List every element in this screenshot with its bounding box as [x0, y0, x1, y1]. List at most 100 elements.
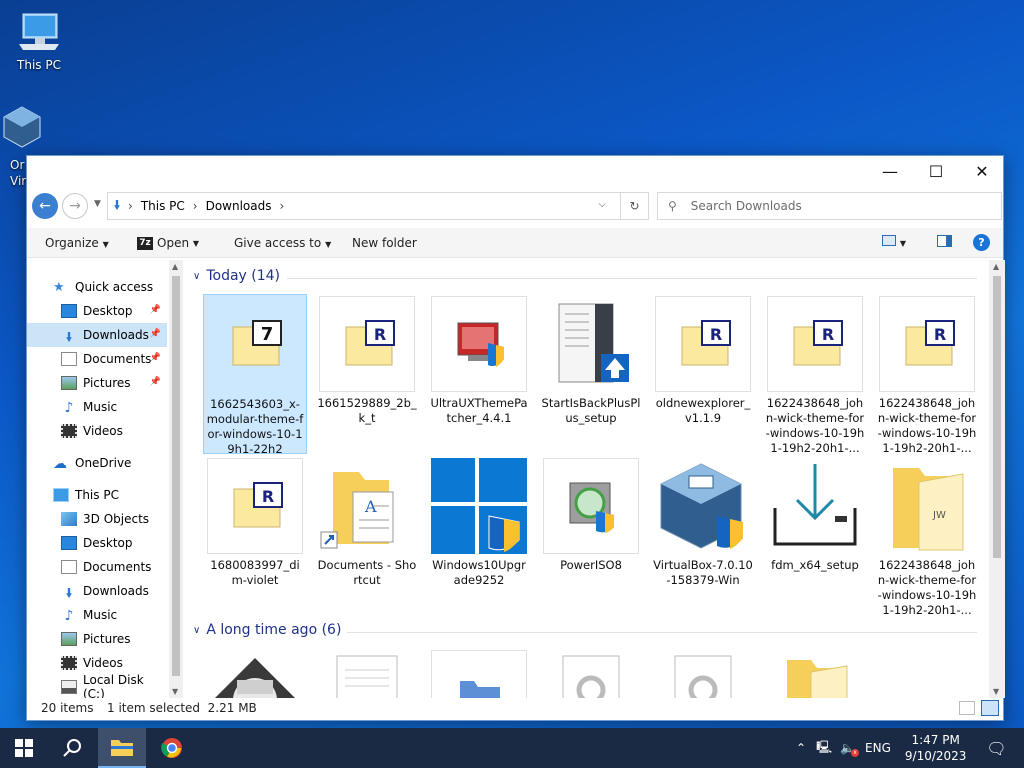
file-name: StartIsBackPlusPlus_setup: [541, 396, 641, 425]
network-icon[interactable]: 🖳: [816, 738, 832, 759]
file-item[interactable]: JW 1622438648_john-wick-theme-for-window…: [875, 456, 979, 618]
nav-item-downloads-pc[interactable]: 🠛 Downloads: [27, 579, 167, 603]
desktop-icon-virtualbox[interactable]: Or Vir: [2, 105, 42, 188]
open-button[interactable]: 7z Open ▼: [137, 236, 199, 250]
nav-item-music[interactable]: ♪ Music: [27, 395, 167, 419]
file-item[interactable]: A Documents - Shortcut: [315, 456, 419, 588]
recent-locations-chevron-icon[interactable]: ▼: [94, 199, 101, 209]
minimize-button[interactable]: —: [867, 156, 913, 187]
back-button[interactable]: ←: [32, 193, 58, 219]
refresh-button[interactable]: ↻: [620, 193, 648, 219]
large-icons-view-button[interactable]: [981, 700, 999, 716]
group-header-today[interactable]: ∨ Today (14): [193, 268, 280, 284]
file-item[interactable]: VirtualBox-7.0.10-158379-Win: [651, 456, 755, 588]
file-item[interactable]: 7 1662543603_x-modular-theme-for-windows…: [203, 294, 307, 456]
file-item[interactable]: PowerISO8: [539, 456, 643, 573]
group-header-long-ago[interactable]: ∨ A long time ago (6): [193, 622, 341, 638]
search-icon: ⚲: [668, 199, 677, 213]
file-item[interactable]: fdm_x64_setup: [763, 456, 867, 573]
file-item[interactable]: R 1661529889_2b_k_t: [315, 294, 419, 426]
nav-item-desktop-pc[interactable]: Desktop: [27, 531, 167, 555]
nav-item-videos-pc[interactable]: Videos: [27, 651, 167, 675]
svg-text:R: R: [934, 325, 946, 344]
content-scrollbar[interactable]: ▲ ▼: [989, 260, 1005, 698]
close-button[interactable]: ✕: [959, 156, 1005, 187]
clock[interactable]: 1:47 PM 9/10/2023: [905, 732, 967, 764]
desktop-icon-this-pc[interactable]: This PC: [4, 10, 74, 72]
nav-item-music-pc[interactable]: ♪ Music: [27, 603, 167, 627]
file-item[interactable]: [203, 648, 307, 698]
nav-item-pictures-pc[interactable]: Pictures: [27, 627, 167, 651]
file-item[interactable]: UltraUXThemePatcher_4.4.1: [427, 294, 531, 426]
chevron-down-icon: ▼: [102, 240, 109, 249]
group-divider: [287, 278, 977, 279]
file-item[interactable]: [651, 648, 755, 698]
nav-item-pictures[interactable]: Pictures 📌: [27, 371, 167, 395]
nav-item-documents-pc[interactable]: Documents: [27, 555, 167, 579]
taskbar-file-explorer[interactable]: [98, 728, 146, 768]
pin-icon: 📌: [149, 305, 161, 315]
nav-item-label: Downloads: [83, 328, 149, 342]
nav-item-documents[interactable]: Documents 📌: [27, 347, 167, 371]
nav-item-label: Videos: [83, 424, 123, 438]
nav-item-label: Downloads: [83, 584, 149, 598]
scroll-up-icon[interactable]: ▲: [172, 262, 178, 271]
file-name: VirtualBox-7.0.10-158379-Win: [653, 558, 753, 587]
search-box[interactable]: ⚲ Search Downloads: [657, 192, 1002, 220]
file-item[interactable]: [315, 648, 419, 698]
view-options-button[interactable]: ▼: [882, 235, 906, 249]
start-button[interactable]: [0, 728, 48, 768]
organize-button[interactable]: Organize ▼: [45, 236, 109, 250]
language-indicator[interactable]: ENG: [865, 741, 891, 755]
address-dropdown-icon[interactable]: ⌵: [598, 199, 606, 210]
file-item[interactable]: R oldnewexplorer_v1.1.9: [651, 294, 755, 426]
file-item[interactable]: [427, 648, 531, 698]
search-button[interactable]: [48, 728, 96, 768]
maximize-button[interactable]: ☐: [913, 156, 959, 187]
nav-item-local-disk[interactable]: Local Disk (C:): [27, 673, 167, 698]
file-item[interactable]: [763, 648, 867, 698]
videos-icon: [61, 424, 77, 438]
breadcrumb-downloads[interactable]: Downloads: [206, 199, 272, 213]
nav-item-onedrive[interactable]: ☁ OneDrive: [27, 451, 167, 475]
settings-file-icon: [655, 650, 751, 698]
file-item[interactable]: R 1680083997_dim-violet: [203, 456, 307, 588]
file-name: 1662543603_x-modular-theme-for-windows-1…: [206, 397, 304, 456]
forward-button[interactable]: →: [62, 193, 88, 219]
taskbar-chrome[interactable]: [148, 728, 196, 768]
title-bar[interactable]: — ☐ ✕: [27, 156, 1003, 187]
nav-scrollbar[interactable]: ▲ ▼: [169, 260, 183, 698]
breadcrumb-separator: ›: [192, 199, 198, 213]
scroll-down-icon[interactable]: ▼: [172, 687, 178, 696]
volume-muted-icon[interactable]: 🔈 x: [840, 741, 860, 757]
new-folder-button[interactable]: New folder: [352, 236, 417, 250]
file-item[interactable]: R 1622438648_john-wick-theme-for-windows…: [763, 294, 867, 456]
scroll-down-icon[interactable]: ▼: [993, 687, 999, 696]
content-scroll-thumb[interactable]: [993, 276, 1001, 558]
nav-scroll-thumb[interactable]: [172, 276, 180, 676]
file-item[interactable]: R 1622438648_john-wick-theme-for-windows…: [875, 294, 979, 456]
breadcrumb-this-pc[interactable]: This PC: [141, 199, 185, 213]
nav-item-desktop[interactable]: Desktop 📌: [27, 299, 167, 323]
help-button[interactable]: ?: [973, 234, 990, 251]
file-item[interactable]: StartIsBackPlusPlus_setup: [539, 294, 643, 426]
preview-pane-button[interactable]: [937, 235, 952, 250]
notifications-icon[interactable]: 🗨: [986, 739, 1006, 758]
give-access-button[interactable]: Give access to ▼: [234, 236, 331, 250]
nav-item-quick-access[interactable]: ★ Quick access: [27, 275, 167, 299]
system-tray: ⌃ 🖳 🔈 x ENG 1:47 PM 9/10/2023 🗨: [796, 728, 1007, 768]
download-arrow-icon: 🠛: [114, 197, 121, 212]
nav-item-this-pc[interactable]: This PC: [27, 483, 167, 507]
file-item[interactable]: Windows10Upgrade9252: [427, 456, 531, 588]
file-item[interactable]: [539, 648, 643, 698]
nav-item-label: Music: [83, 400, 118, 414]
forward-arrow-icon: →: [69, 198, 81, 214]
nav-item-downloads[interactable]: 🠛 Downloads 📌: [27, 323, 167, 347]
nav-item-videos[interactable]: Videos: [27, 419, 167, 443]
details-view-button[interactable]: [959, 701, 975, 715]
virtualbox-icon: [2, 105, 42, 149]
tray-overflow-chevron-icon[interactable]: ⌃: [796, 741, 806, 755]
nav-item-3d-objects[interactable]: 3D Objects: [27, 507, 167, 531]
scroll-up-icon[interactable]: ▲: [993, 262, 999, 271]
address-bar[interactable]: 🠛 › This PC › Downloads › ⌵ ↻: [107, 192, 649, 220]
